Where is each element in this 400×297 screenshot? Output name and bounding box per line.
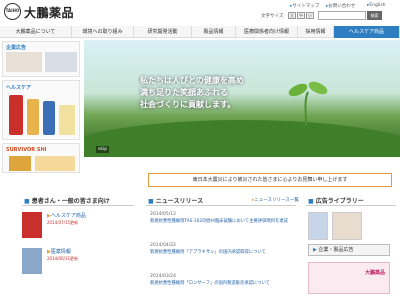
section-divider xyxy=(146,205,296,206)
font-size-label: 文字サイズ xyxy=(261,14,284,19)
ad-banner-title: 大鵬薬品 xyxy=(364,270,385,276)
ad-banner[interactable]: 大鵬薬品 xyxy=(308,262,390,294)
product-box-image xyxy=(35,156,75,171)
nav-item-environment[interactable]: 環境への取り組み xyxy=(72,26,134,38)
ad-thumbnail-image[interactable] xyxy=(332,212,362,240)
sitemap-link[interactable]: ▸サイトマップ xyxy=(290,3,319,9)
survivor-title: SURVIVOR SHI xyxy=(6,147,47,153)
news-date: 2014/05/12 xyxy=(150,212,176,217)
ad-thumbnail-image xyxy=(6,52,42,72)
news-title-link[interactable]: 新規抗悪性腫瘍剤TAS-102の欧州臨床試験において主要評価項目を達成 xyxy=(150,219,294,225)
news-date: 2014/04/22 xyxy=(150,243,176,248)
healthcare-thumbnail[interactable] xyxy=(22,212,42,238)
font-size-medium-button[interactable]: 中 xyxy=(297,12,305,19)
news-title-link[interactable]: 新規抗悪性腫瘍剤「アブラキサン」の国内承認取得について xyxy=(150,250,294,256)
nav-item-rnd[interactable]: 研究開発活動 xyxy=(134,26,192,38)
section-bullet-icon: ■ xyxy=(24,198,30,205)
corporate-ad-card[interactable]: 企業広告 xyxy=(2,41,80,77)
nav-item-about[interactable]: 大鵬薬品について xyxy=(0,26,72,38)
nav-item-medical[interactable]: 医療関係者向け情報 xyxy=(236,26,298,38)
nav-item-products[interactable]: 製品情報 xyxy=(192,26,236,38)
news-list-link[interactable]: ▸ニュースリリース一覧 xyxy=(252,197,299,203)
ad-thumbnail-image xyxy=(45,52,77,72)
patients-item-healthcare[interactable]: ▶ヘルスケア商品 xyxy=(47,212,86,219)
update-date: 2014/06/11更新 xyxy=(47,256,79,261)
nav-item-healthcare[interactable]: ヘルスケア商品 xyxy=(334,26,400,38)
healthcare-card[interactable]: ヘルスケア xyxy=(2,80,80,140)
medical-thumbnail[interactable] xyxy=(22,248,42,274)
search-input[interactable] xyxy=(318,11,366,20)
ad-thumbnail-image[interactable] xyxy=(308,212,328,240)
font-size-large-button[interactable]: 大 xyxy=(288,12,296,19)
font-size-small-button[interactable]: 小 xyxy=(306,12,314,19)
earthquake-notice[interactable]: 東日本大震災により被災された皆さまに心よりお見舞い申し上げます xyxy=(148,173,392,187)
search-button[interactable]: 検索 xyxy=(367,11,382,20)
brand-name[interactable]: 大鵬薬品 xyxy=(24,4,74,21)
corporate-product-ads-button[interactable]: ▶ 企業・製品広告 xyxy=(308,244,390,256)
section-divider xyxy=(306,205,396,206)
patients-section-title: ■ 患者さん・一般の皆さま向け xyxy=(24,198,110,205)
product-bottle-image xyxy=(43,101,55,135)
company-logo-mark[interactable]: TAIHO xyxy=(4,3,21,20)
product-box-image xyxy=(59,105,75,135)
skip-button[interactable]: skip xyxy=(96,146,110,153)
news-section-title: ■ ニュースリリース xyxy=(148,198,204,205)
product-box-image xyxy=(9,156,31,171)
contact-link[interactable]: ▸お問い合わせ xyxy=(326,3,355,9)
product-bottle-image xyxy=(27,99,39,135)
english-link[interactable]: ▸English xyxy=(367,3,386,8)
section-bullet-icon: ■ xyxy=(308,198,314,205)
section-divider xyxy=(22,205,134,206)
update-date: 2014/07/15更新 xyxy=(47,220,79,225)
product-bottle-image xyxy=(9,95,23,135)
survivor-card[interactable]: SURVIVOR SHI xyxy=(2,143,80,173)
patients-item-medical[interactable]: ▶医薬情報 xyxy=(47,248,71,255)
nav-item-recruit[interactable]: 採用情報 xyxy=(298,26,334,38)
arrow-icon: ▶ xyxy=(313,247,317,253)
healthcare-title: ヘルスケア xyxy=(6,85,32,91)
section-bullet-icon: ■ xyxy=(148,198,154,205)
corporate-ad-title: 企業広告 xyxy=(6,45,27,51)
news-date: 2014/03/24 xyxy=(150,274,176,279)
news-title-link[interactable]: 新規抗悪性腫瘍剤「ロンサーフ」の国内製造販売承認について xyxy=(150,281,294,287)
ads-section-title: ■ 広告ライブラリー xyxy=(308,198,364,205)
hero-message: 私たちは人びとの健康を高め 満ち足りた笑顔あふれる 社会づくりに貢献します。 xyxy=(140,76,244,109)
